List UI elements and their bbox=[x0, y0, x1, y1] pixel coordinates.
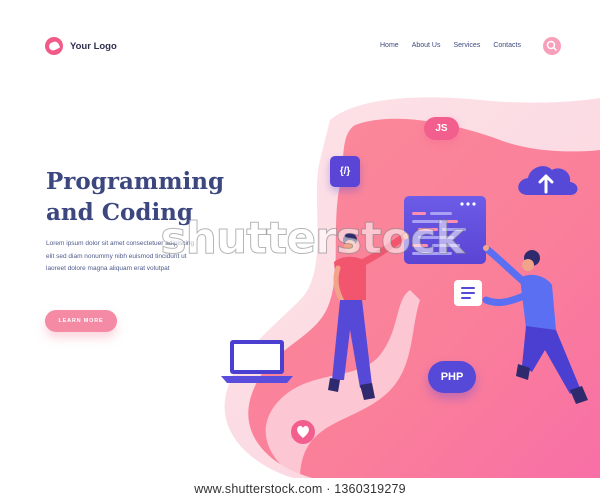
js-badge: JS bbox=[424, 117, 459, 140]
code-badge-label: {/} bbox=[339, 166, 351, 177]
heart-icon bbox=[291, 420, 315, 444]
logo[interactable]: Your Logo bbox=[45, 37, 117, 55]
watermark-footer-text: www.shutterstock.com · 1360319279 bbox=[194, 482, 406, 496]
logo-text: Your Logo bbox=[70, 40, 117, 52]
hero-title-line2: and Coding bbox=[46, 199, 193, 226]
js-badge-label: JS bbox=[435, 123, 448, 134]
nav-contacts[interactable]: Contacts bbox=[493, 42, 521, 49]
php-badge: PHP bbox=[428, 361, 476, 393]
php-badge-label: PHP bbox=[440, 371, 464, 383]
document-icon bbox=[454, 280, 482, 306]
landing-page: Your Logo Home About Us Services Contact… bbox=[0, 0, 600, 500]
hero-body: Lorem ipsum dolor sit amet consectetuer … bbox=[46, 240, 195, 272]
search-button[interactable] bbox=[543, 37, 561, 55]
nav-about-us[interactable]: About Us bbox=[412, 42, 441, 49]
laptop-icon bbox=[221, 340, 293, 383]
code-badge: {/} bbox=[330, 156, 360, 187]
logo-mark-icon bbox=[45, 37, 63, 55]
nav-home[interactable]: Home bbox=[380, 42, 399, 49]
learn-more-label: LEARN MORE bbox=[58, 318, 104, 324]
learn-more-button[interactable]: LEARN MORE bbox=[45, 310, 117, 332]
hero-title-line1: Programming bbox=[46, 168, 225, 195]
nav-services[interactable]: Services bbox=[453, 42, 480, 49]
main-nav: Home About Us Services Contacts bbox=[380, 42, 521, 49]
watermark-footer: www.shutterstock.com · 1360319279 bbox=[0, 478, 600, 500]
hero-title: Programming and Coding bbox=[46, 166, 236, 228]
search-icon bbox=[546, 40, 557, 51]
code-window-icon bbox=[404, 196, 486, 264]
